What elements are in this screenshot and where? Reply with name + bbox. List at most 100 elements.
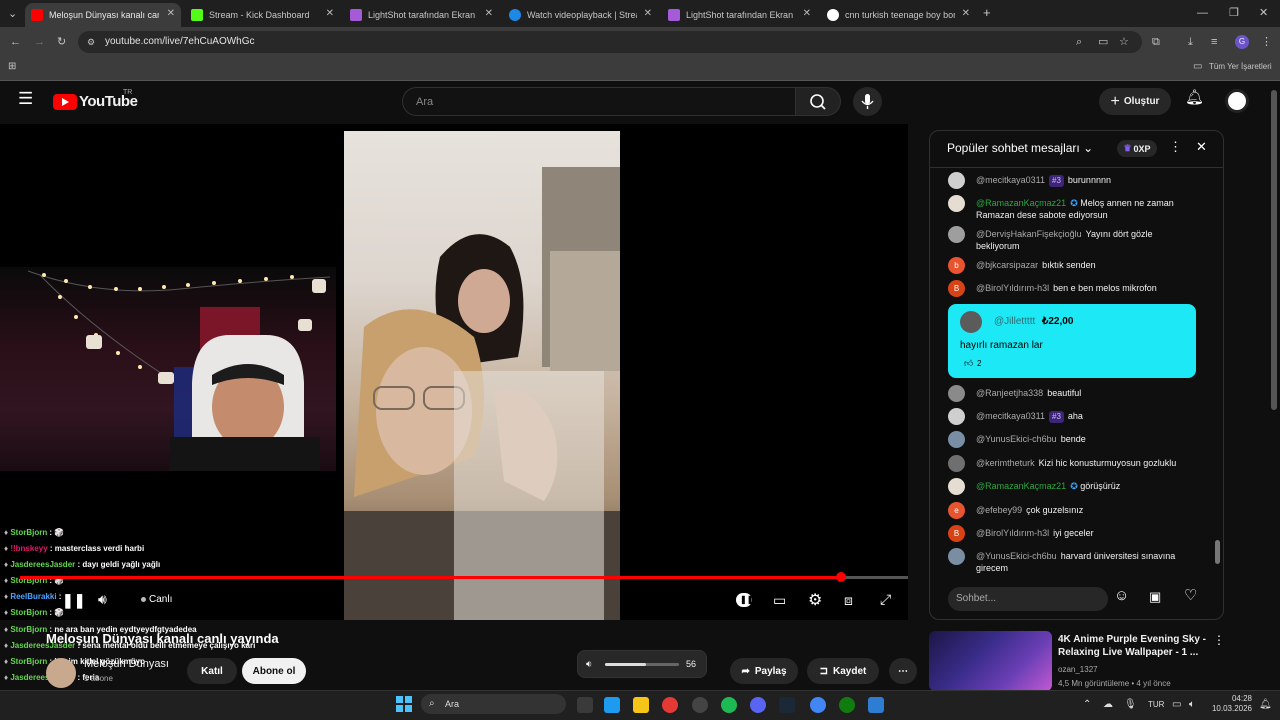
more-actions-button[interactable]: ⋯ bbox=[889, 658, 917, 684]
windows-start-icon[interactable] bbox=[396, 696, 412, 712]
heart-icon[interactable]: ♡ bbox=[1184, 588, 1197, 603]
chrome-menu-icon[interactable]: ⋮ bbox=[1261, 36, 1272, 48]
emoji-icon[interactable]: ☺ bbox=[1114, 588, 1129, 603]
url-text[interactable]: youtube.com/live/7ehCuAOWhGc bbox=[105, 36, 255, 47]
chat-avatar[interactable] bbox=[948, 431, 965, 448]
tray-mic-icon[interactable]: 🎙︎ bbox=[1124, 699, 1137, 711]
chat-avatar[interactable]: e bbox=[948, 502, 965, 519]
super-chat-icon[interactable]: ▣ bbox=[1149, 590, 1161, 603]
photos-app-icon[interactable] bbox=[868, 697, 884, 713]
tab-lightshot-1[interactable]: LightShot tarafından Ekran Görü ✕ bbox=[344, 3, 499, 27]
chat-scroll-thumb[interactable] bbox=[1215, 540, 1220, 564]
chat-avatar[interactable] bbox=[948, 548, 965, 565]
voice-search-button[interactable] bbox=[853, 87, 882, 116]
file-explorer-icon[interactable] bbox=[633, 697, 649, 713]
tab-search-icon[interactable]: ⌄ bbox=[8, 8, 17, 20]
account-avatar[interactable] bbox=[1225, 89, 1249, 113]
task-view-icon[interactable] bbox=[577, 697, 593, 713]
all-bookmarks-link[interactable]: Tüm Yer İşaretleri bbox=[1209, 62, 1272, 71]
tab-close-icon[interactable]: ✕ bbox=[485, 8, 493, 19]
speaker-icon[interactable]: 🔈︎ bbox=[1189, 699, 1195, 711]
volume-slider[interactable] bbox=[605, 663, 679, 666]
profile-avatar[interactable]: G bbox=[1235, 35, 1249, 49]
search-input[interactable]: Ara bbox=[402, 87, 796, 116]
progress-bar[interactable] bbox=[20, 572, 908, 582]
recommended-menu-icon[interactable]: ⋮ bbox=[1213, 634, 1225, 646]
clock[interactable]: 04:28 10.03.2026 bbox=[1210, 694, 1252, 714]
live-label[interactable]: Canlı bbox=[149, 594, 172, 605]
edge-app-icon[interactable] bbox=[604, 697, 620, 713]
chat-avatar[interactable] bbox=[948, 385, 965, 402]
chat-avatar[interactable] bbox=[948, 195, 965, 212]
tab-close-icon[interactable]: ✕ bbox=[962, 8, 970, 19]
page-scrollbar[interactable] bbox=[1271, 90, 1277, 410]
chat-avatar[interactable]: b bbox=[948, 257, 965, 274]
site-info-icon[interactable]: ⚙ bbox=[87, 36, 95, 48]
chat-avatar[interactable] bbox=[948, 408, 965, 425]
chat-avatar[interactable] bbox=[948, 172, 965, 189]
apps-grid-icon[interactable]: ⊞ bbox=[8, 61, 16, 73]
language-indicator[interactable]: TUR bbox=[1148, 700, 1164, 709]
chat-author[interactable]: @bjkcarsipazar bbox=[976, 260, 1038, 270]
onedrive-icon[interactable]: ☁ bbox=[1103, 699, 1113, 711]
zoom-icon[interactable]: ⌕ bbox=[1076, 36, 1082, 48]
minimize-icon[interactable]: — bbox=[1197, 7, 1208, 19]
chat-avatar[interactable] bbox=[948, 455, 965, 472]
github-app-icon[interactable] bbox=[692, 697, 708, 713]
autoplay-toggle[interactable]: ❚❚ bbox=[736, 593, 753, 607]
like-icon[interactable]: 👍︎ bbox=[964, 358, 973, 369]
volume-popup[interactable]: 🔉︎ 56 bbox=[577, 650, 707, 678]
extensions-icon[interactable]: ⧉ bbox=[1152, 36, 1160, 48]
chat-mode-selector[interactable]: Popüler sohbet mesajları ⌄ bbox=[947, 141, 1093, 155]
subtitles-icon[interactable]: ▭ bbox=[773, 592, 786, 609]
tab-lightshot-2[interactable]: LightShot tarafından Ekran Görü ✕ bbox=[662, 3, 817, 27]
chrome-active-app-icon[interactable] bbox=[810, 697, 826, 713]
chat-author[interactable]: @RamazanKaçmaz21 bbox=[976, 198, 1066, 208]
discord-app-icon[interactable] bbox=[750, 697, 766, 713]
close-window-icon[interactable]: ✕ bbox=[1259, 7, 1268, 19]
tab-google[interactable]: cnn turkish teenage boy bomb ✕ bbox=[821, 3, 976, 27]
chrome-app-icon[interactable] bbox=[662, 697, 678, 713]
tab-streamable[interactable]: Watch videoplayback | Streama ✕ bbox=[503, 3, 658, 27]
channel-name[interactable]: Meloşun Dünyası bbox=[84, 658, 169, 670]
taskbar-search[interactable]: ⌕ Ara bbox=[421, 694, 566, 714]
miniplayer-icon[interactable]: ⧈ bbox=[844, 592, 853, 609]
chat-author[interactable]: @YunusEkici-ch6bu bbox=[976, 434, 1057, 444]
notification-center-icon[interactable]: 🔔︎ bbox=[1259, 699, 1272, 711]
menu-icon[interactable]: ☰ bbox=[18, 90, 33, 107]
chat-avatar[interactable] bbox=[948, 226, 965, 243]
share-button[interactable]: ➦ Paylaş bbox=[730, 658, 798, 684]
tab-close-icon[interactable]: ✕ bbox=[644, 8, 652, 19]
chat-author[interactable]: @efebey99 bbox=[976, 505, 1022, 515]
pause-icon[interactable]: ❚❚ bbox=[62, 592, 85, 609]
settings-icon[interactable]: ⚙ bbox=[808, 590, 822, 610]
search-button[interactable] bbox=[795, 87, 841, 116]
join-button[interactable]: Katıl bbox=[187, 658, 237, 684]
channel-avatar[interactable] bbox=[46, 658, 76, 688]
chat-author[interactable]: @RamazanKaçmaz21 bbox=[976, 481, 1066, 491]
chat-author[interactable]: @mecitkaya0311 bbox=[976, 411, 1045, 421]
chat-author[interactable]: @DervişHakanFişekçioğlu bbox=[976, 229, 1082, 239]
tab-youtube[interactable]: Meloşun Dünyası kanalı canlı ✕ bbox=[25, 3, 181, 27]
chat-avatar[interactable]: B bbox=[948, 525, 965, 542]
chat-author[interactable]: @YunusEkici-ch6bu bbox=[976, 551, 1057, 561]
chat-author[interactable]: @BirolYıldırım-h3l bbox=[976, 528, 1049, 538]
chat-close-icon[interactable]: ✕ bbox=[1196, 140, 1207, 153]
save-button[interactable]: ⊐ Kaydet bbox=[807, 658, 879, 684]
chat-scrollbar[interactable] bbox=[1214, 170, 1222, 578]
chat-avatar[interactable] bbox=[948, 478, 965, 495]
steam-app-icon[interactable] bbox=[779, 697, 795, 713]
chat-menu-icon[interactable]: ⋮ bbox=[1169, 140, 1182, 153]
forward-icon[interactable]: → bbox=[34, 36, 45, 48]
cast-icon[interactable]: ▭ bbox=[1098, 36, 1108, 48]
create-button[interactable]: + Oluştur bbox=[1099, 88, 1171, 115]
recommended-thumbnail[interactable] bbox=[929, 631, 1052, 691]
tab-close-icon[interactable]: ✕ bbox=[803, 8, 811, 19]
notifications-bell-icon[interactable]: 🔔︎ bbox=[1185, 90, 1204, 105]
reload-icon[interactable]: ↻ bbox=[57, 36, 66, 48]
chat-author[interactable]: @mecitkaya0311 bbox=[976, 175, 1045, 185]
new-tab-icon[interactable]: + bbox=[983, 6, 991, 19]
chat-author[interactable]: @Ranjeetjha338 bbox=[976, 388, 1043, 398]
back-icon[interactable]: ← bbox=[10, 36, 21, 48]
media-icon[interactable]: ≡ bbox=[1211, 36, 1217, 48]
